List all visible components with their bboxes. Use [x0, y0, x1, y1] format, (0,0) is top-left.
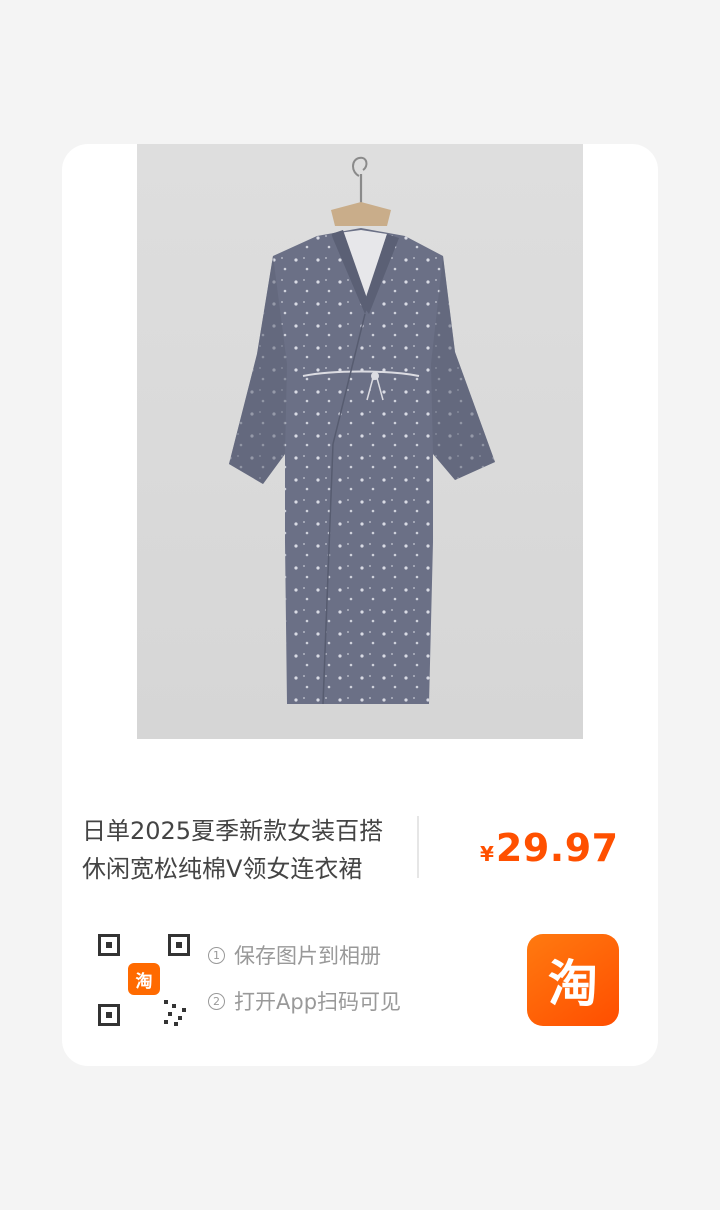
product-title[interactable]: 日单2025夏季新款女装百搭休闲宽松纯棉V领女连衣裙 — [82, 812, 400, 888]
currency-symbol: ¥ — [480, 842, 494, 866]
qr-finder-top-right — [168, 934, 190, 956]
qr-finder-top-left — [98, 934, 120, 956]
step-number-1: 1 — [208, 946, 225, 964]
qr-module — [164, 1020, 168, 1024]
qr-module — [168, 1012, 172, 1016]
step-2-text: 打开App扫码可见 — [234, 990, 402, 1014]
qr-module — [174, 1022, 178, 1026]
price: ¥29.97 — [480, 826, 619, 870]
product-image[interactable] — [137, 144, 583, 739]
qr-module — [182, 1008, 186, 1012]
divider — [417, 816, 419, 878]
instruction-step-1: 1 保存图片到相册 — [208, 940, 381, 970]
step-number-2: 2 — [208, 992, 225, 1010]
qr-module — [178, 1016, 182, 1020]
qr-code[interactable]: 淘 — [98, 934, 190, 1026]
taobao-logo-icon: 淘 — [128, 963, 160, 995]
share-card: 日单2025夏季新款女装百搭休闲宽松纯棉V领女连衣裙 ¥29.97 淘 1 保存… — [62, 144, 658, 1066]
qr-finder-bottom-left — [98, 1004, 120, 1026]
price-amount: 29.97 — [495, 826, 619, 870]
step-1-text: 保存图片到相册 — [234, 944, 381, 968]
qr-module — [172, 1004, 176, 1008]
dress-illustration — [229, 156, 495, 705]
qr-module — [164, 1000, 168, 1004]
taobao-app-icon[interactable]: 淘 — [527, 934, 619, 1026]
instruction-step-2: 2 打开App扫码可见 — [208, 986, 401, 1016]
